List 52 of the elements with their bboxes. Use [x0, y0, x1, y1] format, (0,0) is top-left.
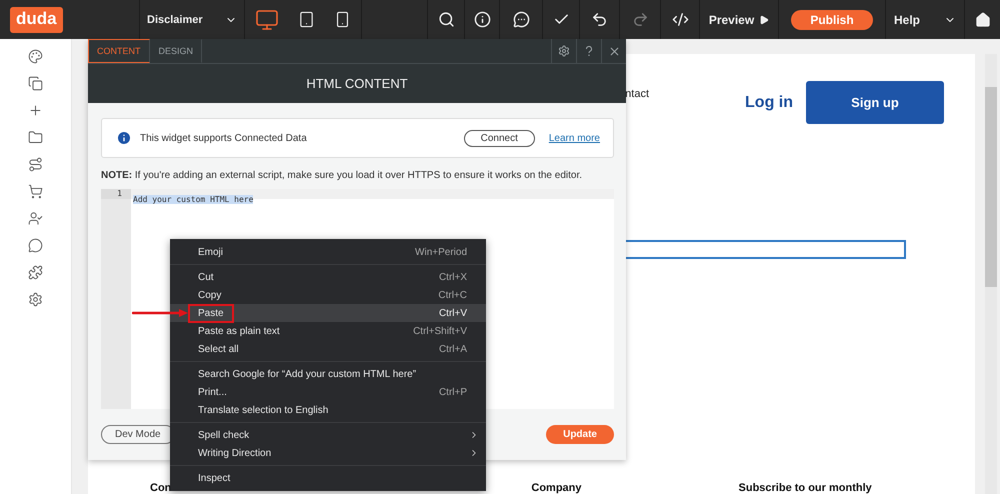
menu-item[interactable]: Translate selection to English: [170, 401, 486, 419]
search-icon[interactable]: [438, 11, 454, 28]
duda-logo: duda: [10, 6, 63, 32]
line-number: 1: [101, 189, 131, 199]
footer-heading: Subscribe to our monthly: [738, 482, 872, 494]
undo-icon[interactable]: [591, 11, 608, 28]
comment-icon[interactable]: [512, 11, 530, 28]
help-menu[interactable]: Help: [894, 12, 920, 26]
cart-icon[interactable]: [28, 184, 43, 199]
route-icon[interactable]: [28, 157, 43, 172]
menu-item[interactable]: Print... Ctrl+P: [170, 383, 486, 401]
palette-icon[interactable]: [28, 49, 43, 64]
tablet-icon[interactable]: [298, 11, 315, 28]
nav-link[interactable]: ntact: [625, 88, 650, 100]
menu-item[interactable]: Select all Ctrl+A: [170, 340, 486, 358]
home-icon[interactable]: [974, 12, 990, 28]
menu-item[interactable]: Inspect: [170, 469, 486, 487]
signup-button[interactable]: Sign up: [806, 81, 944, 124]
menu-item[interactable]: Writing Direction: [170, 444, 486, 462]
code-text: Add your custom HTML here: [133, 195, 254, 204]
pages-icon[interactable]: [28, 76, 43, 91]
menu-item[interactable]: Paste as plain text Ctrl+Shift+V: [170, 322, 486, 340]
preview-button[interactable]: Preview: [708, 12, 770, 26]
panel-tab[interactable]: CONTENT: [88, 39, 150, 63]
puzzle-icon[interactable]: [28, 265, 43, 280]
scrollbar[interactable]: [985, 54, 997, 494]
settings-icon[interactable]: [28, 292, 43, 307]
footer-heading: Con: [150, 482, 172, 494]
connect-button[interactable]: Connect: [464, 130, 535, 146]
info-icon[interactable]: [474, 11, 490, 28]
footer-heading: Company: [531, 482, 582, 494]
menu-item[interactable]: Cut Ctrl+X: [170, 268, 486, 286]
user-icon[interactable]: [28, 211, 43, 226]
menu-item[interactable]: Search Google for “Add your custom HTML here”: [170, 365, 486, 383]
play-icon: [759, 14, 770, 24]
menu-item[interactable]: Copy Ctrl+C: [170, 286, 486, 304]
info-text: This widget supports Connected Data: [140, 132, 308, 144]
folder-icon[interactable]: [28, 130, 43, 145]
chat-icon[interactable]: [28, 238, 43, 253]
note-text: NOTE: If you're adding an external script, make sure you load it over HTTPS to ensure it works on the editor.: [101, 170, 584, 181]
highlight-box: Paste: [188, 304, 234, 322]
panel-title: HTML CONTENT: [88, 64, 626, 103]
page-selector[interactable]: Disclaimer: [147, 14, 237, 26]
panel-tab[interactable]: DESIGN: [150, 39, 202, 63]
plus-icon[interactable]: [28, 103, 43, 118]
desktop-icon[interactable]: [254, 8, 279, 32]
login-link[interactable]: Log in: [745, 94, 793, 112]
menu-item[interactable]: Paste Ctrl+V: [170, 304, 486, 322]
info-icon: [116, 130, 132, 146]
menu-item[interactable]: Emoji Win+Period: [170, 243, 486, 261]
code-icon[interactable]: [672, 11, 688, 28]
learn-more-link[interactable]: Learn more: [548, 132, 600, 144]
